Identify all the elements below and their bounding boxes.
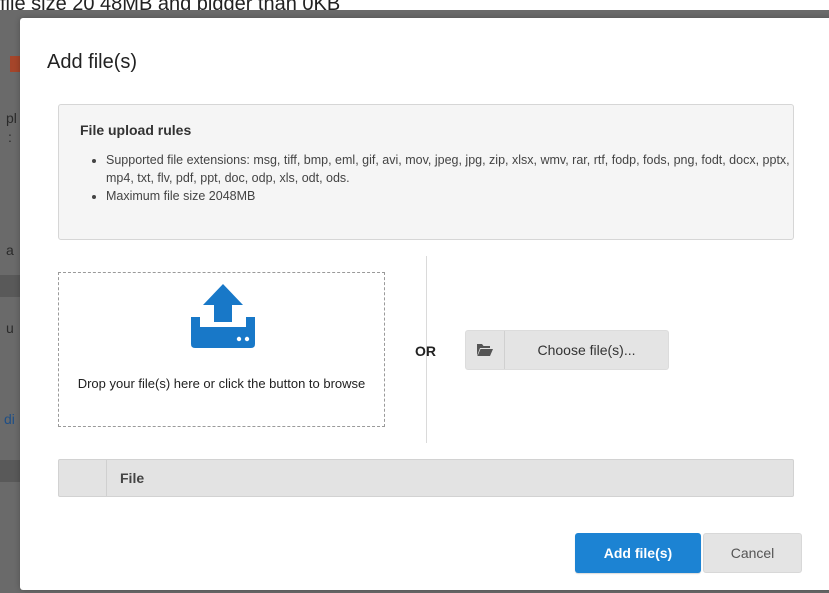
dropzone-instructions: Drop your file(s) here or click the butt… [77, 376, 366, 391]
add-files-button[interactable]: Add file(s) [575, 533, 701, 573]
upload-rules-panel: File upload rules Supported file extensi… [58, 104, 794, 240]
background-link-fragment: di [4, 411, 15, 427]
background-bar [0, 460, 20, 482]
upload-rules-title: File upload rules [80, 122, 192, 138]
screen: file size 20 48MB and bigger than 0KB pl… [0, 0, 829, 593]
upload-icon [191, 284, 255, 348]
upload-rules-list: Supported file extensions: msg, tiff, bm… [80, 151, 806, 205]
background-fragment: a [6, 242, 14, 258]
rule-supported-extensions: Supported file extensions: msg, tiff, bm… [106, 151, 806, 187]
background-bar [0, 275, 20, 297]
choose-files-label: Choose file(s)... [537, 342, 636, 358]
rule-max-file-size: Maximum file size 2048MB [106, 187, 806, 205]
file-dropzone[interactable]: Drop your file(s) here or click the butt… [58, 272, 385, 427]
background-fragment: u [6, 320, 14, 336]
background-fragment: pl [6, 110, 17, 126]
cancel-button[interactable]: Cancel [703, 533, 802, 573]
or-separator-label: OR [415, 343, 436, 359]
file-column-header[interactable]: File [120, 470, 144, 486]
add-files-dialog: Add file(s) File upload rules Supported … [20, 18, 829, 590]
dialog-title: Add file(s) [47, 51, 138, 73]
choose-files-button[interactable]: Choose file(s)... [465, 330, 669, 370]
table-column-separator [106, 460, 107, 496]
folder-open-icon [477, 344, 493, 356]
background-accent-block [10, 56, 20, 72]
background-fragment: : [8, 129, 12, 145]
file-list-table-header: File [58, 459, 794, 497]
